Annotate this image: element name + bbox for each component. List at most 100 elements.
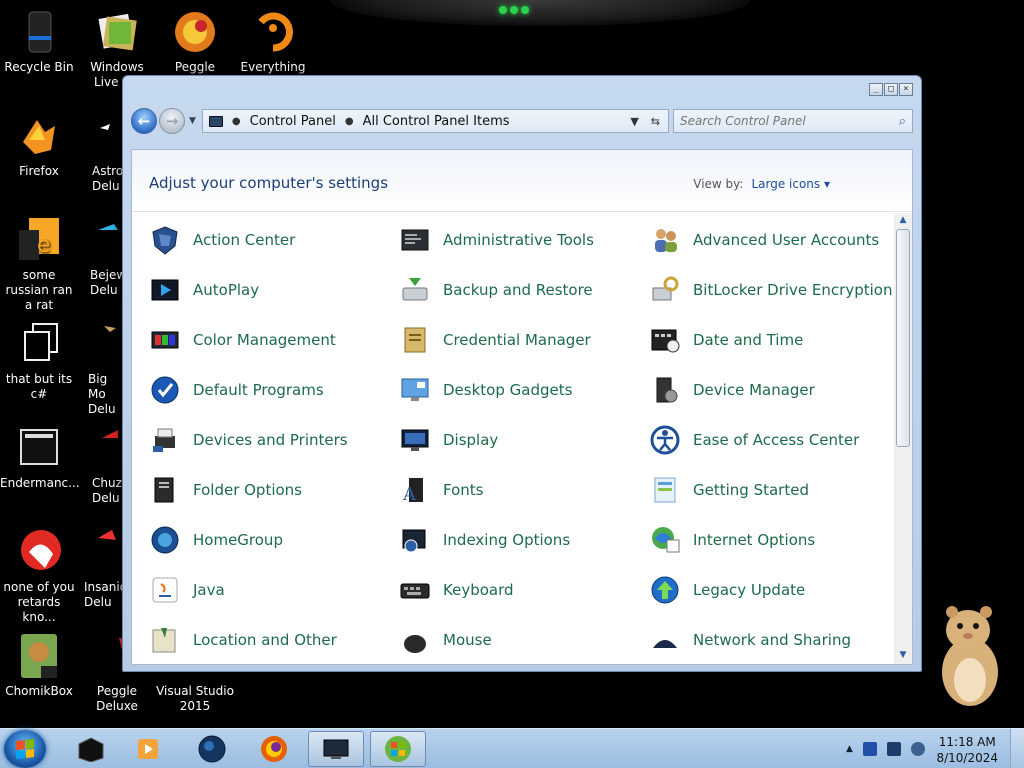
refresh-icon[interactable]: ⇆ (651, 115, 660, 128)
control-panel-item[interactable]: Java (149, 573, 389, 607)
tray-app-icon[interactable] (862, 742, 877, 756)
control-panel-item[interactable]: Location and Other (149, 623, 389, 657)
control-panel-item[interactable]: AutoPlay (149, 273, 389, 307)
control-panel-item[interactable]: Devices and Printers (149, 423, 389, 457)
control-panel-item[interactable]: A Fonts (399, 473, 639, 507)
taskbar: ▲ 11:18 AM 8/10/2024 (0, 728, 1024, 768)
control-panel-item[interactable]: Legacy Update (649, 573, 889, 607)
control-panel-item[interactable]: Default Programs (149, 373, 389, 407)
control-panel-item[interactable]: Display (399, 423, 639, 457)
control-panel-item[interactable]: Folder Options (149, 473, 389, 507)
volume-icon[interactable] (910, 742, 925, 756)
desktop-icon-insaniquarium-deluxe[interactable]: Insaniq Delu (78, 528, 122, 610)
control-panel-item-label: Display (443, 431, 499, 449)
show-desktop-button[interactable] (1010, 729, 1024, 768)
scroll-up-icon[interactable]: ▲ (897, 215, 909, 227)
scrollbar-thumb[interactable] (896, 229, 910, 447)
control-panel-item[interactable]: Internet Options (649, 523, 889, 557)
control-panel-item[interactable]: Mouse (399, 623, 639, 657)
desktop-icon-label: Firefox (19, 164, 59, 178)
start-button[interactable] (4, 730, 46, 768)
backup-icon (399, 274, 431, 306)
view-by-dropdown[interactable]: Large icons ▾ (751, 177, 830, 191)
control-panel-item[interactable]: HomeGroup (149, 523, 389, 557)
vertical-scrollbar[interactable]: ▲ ▼ (894, 213, 912, 664)
desktop-icon-endermanch[interactable]: Endermanc... (0, 424, 80, 491)
taskbar-control-panel[interactable] (370, 731, 426, 767)
ease-of-access-icon (649, 424, 681, 456)
forward-button[interactable]: → (159, 108, 185, 134)
search-box[interactable]: ⌕ (673, 109, 913, 133)
control-panel-item[interactable]: Getting Started (649, 473, 889, 507)
control-panel-item[interactable]: Color Management (149, 323, 389, 357)
control-panel-window[interactable]: _ □ × ← → ▼ ● Control Panel ● All Contro… (122, 75, 922, 672)
scroll-down-icon[interactable]: ▼ (897, 650, 909, 662)
control-panel-item[interactable]: Administrative Tools (399, 223, 639, 257)
document-icon: e (15, 216, 63, 264)
control-panel-item[interactable]: Credential Manager (399, 323, 639, 357)
network-icon[interactable] (886, 742, 901, 756)
desktop-icon-astro-deluxe[interactable]: Astro Delu (78, 112, 122, 194)
media-player-icon (138, 739, 158, 759)
desktop-icon-big-money-deluxe[interactable]: Big Mo Delu (78, 320, 122, 417)
control-panel-item[interactable]: BitLocker Drive Encryption (649, 273, 892, 307)
default-programs-icon (149, 374, 181, 406)
control-panel-item[interactable]: Backup and Restore (399, 273, 639, 307)
close-button[interactable]: × (899, 83, 913, 96)
control-panel-item[interactable]: Keyboard (399, 573, 639, 607)
control-panel-item-label: Network and Sharing (693, 631, 851, 649)
desktop-icon-bejeweled-deluxe[interactable]: Bejew Delu (78, 216, 122, 298)
control-panel-item[interactable]: Advanced User Accounts (649, 223, 889, 257)
desktop-icon-label: some russian ran a rat (5, 268, 73, 312)
control-panel-item[interactable]: Action Center (149, 223, 389, 257)
control-panel-item[interactable]: Ease of Access Center (649, 423, 889, 457)
recent-pages-dropdown-icon[interactable]: ▼ (189, 116, 196, 126)
breadcrumb-all-items[interactable]: All Control Panel Items (363, 114, 510, 129)
desktop-icon-firefox[interactable]: Firefox (0, 112, 78, 179)
control-panel-item[interactable]: Desktop Gadgets (399, 373, 639, 407)
taskbar-window-switcher[interactable] (308, 731, 364, 767)
control-panel-item-label: Color Management (193, 331, 336, 349)
taskbar-app-1[interactable] (62, 731, 118, 767)
view-by-label: View by: (693, 177, 744, 191)
calendar-clock-icon (649, 324, 681, 356)
control-panel-item-label: Desktop Gadgets (443, 381, 573, 399)
game-icon (96, 424, 122, 472)
address-dropdown-icon[interactable]: ▼ (630, 115, 638, 128)
control-panel-item[interactable]: Indexing Options (399, 523, 639, 557)
taskbar-firefox[interactable] (246, 731, 302, 767)
control-panel-item-label: Folder Options (193, 481, 302, 499)
desktop-icon-chuzzle-deluxe[interactable]: Chuz Delu (78, 424, 122, 506)
address-bar[interactable]: ● Control Panel ● All Control Panel Item… (201, 109, 669, 133)
window-controls: _ □ × (869, 83, 913, 96)
search-input[interactable] (680, 114, 899, 128)
maximize-button[interactable]: □ (884, 83, 898, 96)
breadcrumb-separator-icon[interactable]: ● (232, 116, 241, 127)
desktop-icon-chomikbox[interactable]: ChomikBox (0, 632, 78, 699)
desktop-icon-everything[interactable]: Everything (234, 8, 312, 75)
windows-logo-icon (16, 739, 34, 759)
control-panel-item[interactable]: Network and Sharing (649, 623, 889, 657)
minimize-button[interactable]: _ (869, 83, 883, 96)
desktop-icon-label: Insaniq Delu (84, 580, 122, 609)
desktop-icon-some-russian[interactable]: e some russian ran a rat (0, 216, 78, 313)
control-panel-item[interactable]: Device Manager (649, 373, 889, 407)
breadcrumb-control-panel[interactable]: Control Panel (250, 114, 336, 129)
java-icon (149, 574, 181, 606)
control-panel-content: Adjust your computer's settings View by:… (131, 149, 913, 665)
desktop-icon-recycle-bin[interactable]: Recycle Bin (0, 8, 78, 75)
page-title: Adjust your computer's settings (149, 174, 389, 192)
show-hidden-icons-icon[interactable]: ▲ (846, 744, 853, 754)
taskbar-media-player[interactable] (120, 731, 176, 767)
taskbar-app-globe[interactable] (184, 731, 240, 767)
control-panel-item-label: Getting Started (693, 481, 809, 499)
game-icon (96, 112, 122, 160)
search-icon[interactable]: ⌕ (899, 114, 906, 129)
hamster-mascot (930, 600, 1010, 710)
taskbar-clock[interactable]: 11:18 AM 8/10/2024 (936, 734, 998, 766)
breadcrumb-separator-icon[interactable]: ● (345, 116, 354, 127)
desktop-icon-none-of-you[interactable]: none of you retards kno... (0, 528, 78, 625)
control-panel-item[interactable]: Date and Time (649, 323, 889, 357)
desktop-icon-that-but-its-csharp[interactable]: that but its c# (0, 320, 78, 402)
back-button[interactable]: ← (131, 108, 157, 134)
